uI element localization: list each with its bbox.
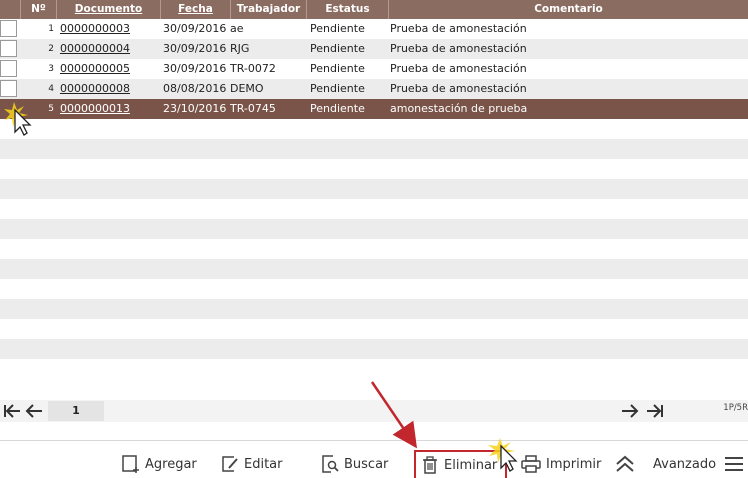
row-fecha: 08/08/2016: [163, 82, 227, 95]
pagination-bar: 1 1P/5R: [0, 400, 748, 422]
row-trabajador: TR-0072: [230, 62, 276, 75]
empty-row: [0, 239, 748, 259]
row-documento-link[interactable]: 0000000013: [60, 99, 130, 119]
next-page-icon[interactable]: [620, 401, 640, 421]
empty-row: [0, 279, 748, 299]
row-estatus: Pendiente: [310, 22, 365, 35]
row-fecha: 30/09/2016: [163, 42, 227, 55]
row-estatus: Pendiente: [310, 102, 365, 115]
buscar-label: Buscar: [344, 456, 389, 472]
row-num: 4: [48, 84, 54, 94]
row-checkbox[interactable]: [0, 60, 17, 77]
header-num: Nº: [20, 0, 56, 19]
row-estatus: Pendiente: [310, 42, 365, 55]
row-comentario: Prueba de amonestación: [390, 42, 527, 55]
row-comentario: amonestación de prueba: [390, 102, 528, 115]
imprimir-button[interactable]: Imprimir: [520, 448, 601, 478]
header-trabajador: Trabajador: [230, 0, 306, 19]
agregar-label: Agregar: [145, 456, 197, 472]
empty-row: [0, 219, 748, 239]
collapse-up-icon: [616, 455, 634, 472]
header-fecha[interactable]: Fecha: [160, 0, 230, 19]
editar-label: Editar: [244, 456, 283, 472]
prev-page-icon[interactable]: [24, 401, 44, 421]
collapse-up-button[interactable]: [614, 448, 640, 478]
empty-row: [0, 259, 748, 279]
row-comentario: Prueba de amonestación: [390, 82, 527, 95]
header-estatus: Estatus: [306, 0, 388, 19]
row-documento-link[interactable]: 0000000004: [60, 39, 130, 59]
toolbar-divider: [0, 440, 748, 441]
menu-button[interactable]: [723, 448, 748, 478]
header-documento[interactable]: Documento: [56, 0, 160, 19]
menu-icon: [725, 457, 743, 471]
empty-row: [0, 339, 748, 359]
row-trabajador: RJG: [230, 42, 250, 55]
edit-icon: [222, 456, 238, 472]
table-row[interactable]: 1 0000000003 30/09/2016 ae Pendiente Pru…: [0, 19, 748, 39]
row-trabajador: TR-0745: [230, 102, 276, 115]
print-icon: [521, 455, 541, 473]
agregar-button[interactable]: Agregar: [121, 448, 197, 478]
buscar-button[interactable]: Buscar: [320, 448, 388, 478]
header-comentario: Comentario: [388, 0, 748, 19]
row-checkbox[interactable]: [0, 20, 17, 37]
grid-header: Nº Documento Fecha Trabajador Estatus Co…: [0, 0, 748, 19]
search-icon: [322, 455, 339, 473]
row-checkbox[interactable]: [0, 40, 17, 57]
trash-icon: [423, 456, 437, 474]
row-documento-link[interactable]: 0000000005: [60, 59, 130, 79]
page-info: 1P/5R: [723, 403, 748, 413]
avanzado-label: Avanzado: [653, 456, 717, 472]
row-checkbox[interactable]: [0, 100, 17, 117]
imprimir-label: Imprimir: [546, 456, 602, 472]
row-num: 5: [48, 104, 54, 114]
row-trabajador: ae: [230, 22, 244, 35]
row-trabajador: DEMO: [230, 82, 264, 95]
last-page-icon[interactable]: [645, 401, 665, 421]
table-row-selected[interactable]: 5 0000000013 23/10/2016 TR-0745 Pendient…: [0, 99, 748, 119]
table-row[interactable]: 2 0000000004 30/09/2016 RJG Pendiente Pr…: [0, 39, 748, 59]
empty-row: [0, 179, 748, 199]
row-comentario: Prueba de amonestación: [390, 22, 527, 35]
table-row[interactable]: 4 0000000008 08/08/2016 DEMO Pendiente P…: [0, 79, 748, 99]
row-fecha: 30/09/2016: [163, 62, 227, 75]
empty-row: [0, 119, 748, 139]
row-num: 1: [48, 24, 54, 34]
row-documento-link[interactable]: 0000000008: [60, 79, 130, 99]
row-fecha: 23/10/2016: [163, 102, 227, 115]
empty-row: [0, 319, 748, 339]
header-select-column: [0, 0, 20, 19]
row-fecha: 30/09/2016: [163, 22, 227, 35]
row-num: 3: [48, 64, 54, 74]
page-number[interactable]: 1: [48, 401, 104, 421]
editar-button[interactable]: Editar: [220, 448, 283, 478]
row-documento-link[interactable]: 0000000003: [60, 19, 130, 39]
row-checkbox[interactable]: [0, 80, 17, 97]
records-grid: Nº Documento Fecha Trabajador Estatus Co…: [0, 0, 748, 390]
row-num: 2: [48, 44, 54, 54]
row-estatus: Pendiente: [310, 62, 365, 75]
eliminar-button[interactable]: Eliminar: [414, 450, 508, 478]
first-page-icon[interactable]: [2, 401, 22, 421]
empty-row: [0, 299, 748, 319]
avanzado-button[interactable]: Avanzado: [653, 448, 716, 478]
empty-row: [0, 159, 748, 179]
table-row[interactable]: 3 0000000005 30/09/2016 TR-0072 Pendient…: [0, 59, 748, 79]
eliminar-label: Eliminar: [444, 457, 498, 473]
empty-row: [0, 139, 748, 159]
row-comentario: Prueba de amonestación: [390, 62, 527, 75]
add-icon: [122, 455, 139, 473]
row-estatus: Pendiente: [310, 82, 365, 95]
empty-row: [0, 199, 748, 219]
empty-row: [0, 359, 748, 379]
